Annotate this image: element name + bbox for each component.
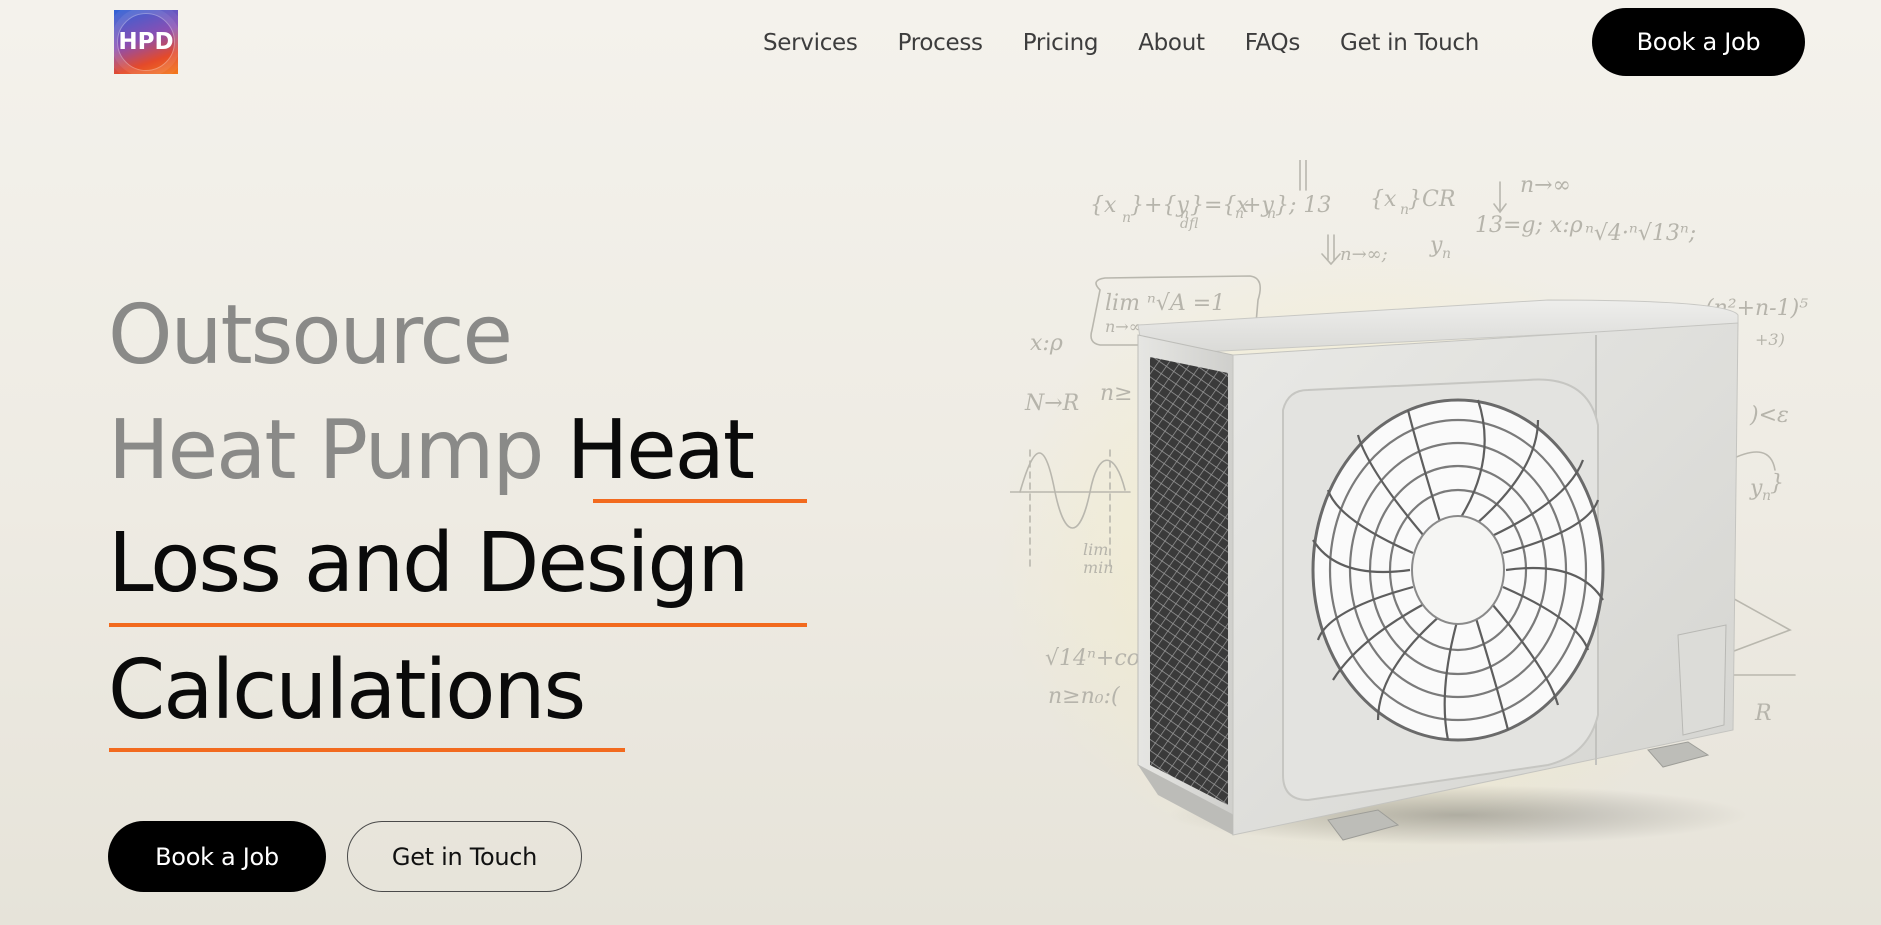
svg-text:N→R: N→R	[1024, 391, 1079, 416]
svg-text:+3): +3)	[1755, 330, 1785, 349]
svg-text:{x: {x	[1370, 187, 1397, 212]
header-book-job-button[interactable]: Book a Job	[1592, 8, 1805, 76]
nav-link-pricing[interactable]: Pricing	[1023, 30, 1099, 56]
svg-text:y: y	[1429, 233, 1443, 258]
svg-text:dfl: dfl	[1180, 216, 1199, 232]
logo[interactable]: HPD	[114, 10, 178, 74]
svg-text:13=g; x:ρ: 13=g; x:ρ	[1475, 213, 1583, 238]
svg-text:n→∞: n→∞	[1520, 173, 1571, 198]
underline-calculations	[109, 748, 625, 752]
svg-text:n≥n₀:(: n≥n₀:(	[1048, 684, 1120, 709]
underline-loss-design	[109, 623, 807, 627]
svg-text:n→∞;: n→∞;	[1340, 244, 1388, 265]
svg-text:x:ρ: x:ρ	[1030, 331, 1063, 356]
underline-heat	[593, 499, 807, 503]
hero-get-in-touch-button[interactable]: Get in Touch	[347, 821, 582, 892]
nav-link-get-in-touch[interactable]: Get in Touch	[1340, 30, 1479, 56]
svg-text:}: }	[1770, 471, 1784, 496]
nav-link-faqs[interactable]: FAQs	[1245, 30, 1301, 56]
svg-text:{x: {x	[1090, 193, 1117, 218]
hero-book-job-button[interactable]: Book a Job	[108, 821, 326, 892]
nav-link-about[interactable]: About	[1138, 30, 1205, 56]
logo-text: HPD	[118, 29, 174, 55]
top-nav: Services Process Pricing About FAQs Get …	[763, 26, 1479, 60]
svg-text:min: min	[1083, 558, 1114, 577]
hero-title-highlight-word: Heat	[566, 403, 756, 498]
heat-pump-unit-image	[1137, 299, 1748, 845]
hero-title-line-1: Outsource	[108, 288, 513, 383]
hero-title-line-4: Calculations	[108, 643, 586, 738]
hero-title-muted-word: Heat Pump	[108, 403, 544, 498]
svg-text:}CR: }CR	[1408, 187, 1455, 212]
nav-link-process[interactable]: Process	[898, 30, 983, 56]
hero-title-line-3: Loss and Design	[108, 516, 749, 611]
svg-text:n: n	[1442, 246, 1451, 262]
svg-text:}; 13: }; 13	[1275, 193, 1331, 218]
hero-title-line-2: Heat Pump Heat	[108, 403, 756, 498]
svg-text:ⁿ√4·ⁿ√13ⁿ;: ⁿ√4·ⁿ√13ⁿ;	[1585, 221, 1696, 246]
svg-text:lim: lim	[1083, 540, 1108, 559]
nav-link-services[interactable]: Services	[763, 30, 858, 56]
